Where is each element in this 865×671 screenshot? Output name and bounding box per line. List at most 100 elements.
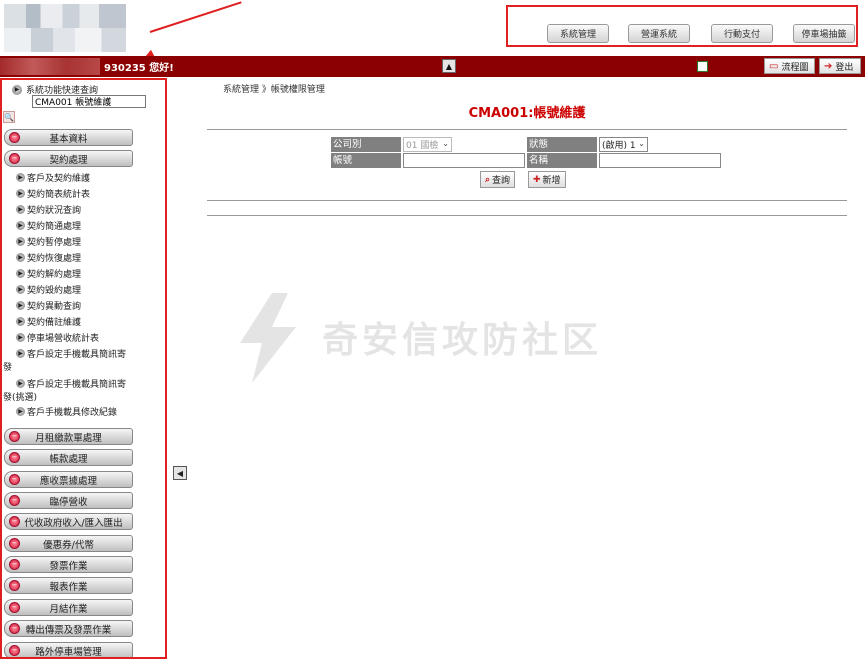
menu-item-label: 契約暫停處理 — [27, 238, 82, 248]
category-toggle-icon: − — [9, 474, 20, 485]
category-label: 發票作業 — [49, 560, 88, 572]
menu-item-wrap[interactable]: 發 — [3, 360, 12, 373]
menu-item[interactable]: ▶ 客戶手機載具修改紀錄 — [16, 405, 117, 418]
annotation-arrow — [149, 1, 242, 33]
collapse-header-icon[interactable]: ▲ — [442, 59, 456, 73]
chevron-down-icon: ⌄ — [638, 139, 645, 148]
account-input[interactable] — [403, 153, 525, 168]
bullet-icon: ▶ — [16, 253, 25, 262]
category-toggle-icon: − — [9, 452, 20, 463]
category-toggle-icon: − — [9, 495, 20, 506]
category-label: 優惠券/代幣 — [43, 539, 94, 551]
category-offstreet-parking[interactable]: − 路外停車場管理 — [4, 642, 133, 657]
category-toggle-icon: − — [9, 538, 20, 549]
category-vouchers[interactable]: − 轉出傳票及發票作業 — [4, 620, 133, 637]
sidebar-menu: ▶ 系統功能快速查詢 🔍 −基本資料 −契約處理 ▶客戶及契約維護 ▶契約簡表統… — [0, 78, 167, 659]
company-select[interactable]: 01 國檢 ⌄ — [403, 137, 452, 152]
logout-arrow-icon: ➔ — [824, 60, 833, 72]
query-button[interactable]: ⌕ 查詢 — [480, 171, 516, 188]
category-contract[interactable]: − 契約處理 — [4, 150, 133, 167]
user-name-blur — [0, 58, 100, 75]
category-monthly-closing[interactable]: − 月結作業 — [4, 599, 133, 616]
account-label: 帳號 — [331, 153, 401, 168]
category-toggle-icon: − — [9, 580, 20, 591]
menu-item-label: 契約簡通處理 — [27, 222, 82, 232]
header-bar: 930235 您好! ▲ ▭ 流程圖 ➔ 登出 — [0, 56, 865, 77]
status-select-value: (啟用) 1 — [602, 141, 636, 151]
menu-item-label: 客戶及契約維護 — [27, 174, 91, 184]
menu-item[interactable]: ▶ 契約毀約處理 — [16, 283, 81, 296]
menu-item[interactable]: ▶ 契約備註維護 — [16, 315, 81, 328]
collapse-sidebar-icon[interactable]: ◀ — [173, 466, 187, 480]
category-toggle-icon: − — [9, 431, 20, 442]
bullet-icon: ▶ — [16, 317, 25, 326]
watermark: 奇安信攻防社区 — [232, 293, 632, 383]
category-accounts[interactable]: − 帳款處理 — [4, 449, 133, 466]
menu-item[interactable]: ▶ 契約簡表統計表 — [16, 187, 90, 200]
bullet-icon: ▶ — [16, 173, 25, 182]
menu-item-label: 契約解約處理 — [27, 270, 82, 280]
nav-parking-lottery-button[interactable]: 停車場抽籤 — [793, 24, 855, 43]
name-label: 名稱 — [527, 153, 597, 168]
divider — [207, 129, 847, 130]
menu-item-wrap[interactable]: 發(挑選) — [3, 390, 37, 403]
menu-item-label: 契約恢復處理 — [27, 254, 82, 264]
flowchart-button[interactable]: ▭ 流程圖 — [764, 58, 815, 74]
greeting-text: 930235 您好! — [104, 63, 174, 74]
flowchart-label: 流程圖 — [781, 62, 809, 73]
category-gov-income[interactable]: − 代收政府收入/匯入匯出 — [4, 513, 133, 530]
bullet-icon: ▶ — [16, 189, 25, 198]
menu-item[interactable]: ▶ 契約解約處理 — [16, 267, 81, 280]
status-label: 狀態 — [527, 137, 597, 152]
bullet-icon: ▶ — [12, 84, 22, 95]
flowchart-icon: ▭ — [769, 60, 779, 72]
bullet-icon: ▶ — [16, 301, 25, 310]
category-reports[interactable]: − 報表作業 — [4, 577, 133, 594]
menu-item-label: 停車場營收統計表 — [27, 334, 100, 344]
menu-item[interactable]: ▶ 契約暫停處理 — [16, 235, 81, 248]
menu-item[interactable]: ▶ 契約恢復處理 — [16, 251, 81, 264]
plus-icon: ✚ — [533, 174, 541, 185]
divider — [207, 215, 847, 216]
category-notes-receivable[interactable]: − 應收票據處理 — [4, 471, 133, 488]
nav-mobile-payment-button[interactable]: 行動支付 — [711, 24, 773, 43]
bullet-icon: ▶ — [16, 205, 25, 214]
add-button[interactable]: ✚ 新增 — [528, 171, 566, 188]
menu-item[interactable]: ▶ 停車場營收統計表 — [16, 331, 99, 344]
category-label: 報表作業 — [49, 581, 88, 593]
name-input[interactable] — [599, 153, 721, 168]
category-coupons[interactable]: − 優惠券/代幣 — [4, 535, 133, 552]
chevron-down-icon: ⌄ — [442, 139, 449, 148]
status-select[interactable]: (啟用) 1 ⌄ — [599, 137, 648, 152]
category-monthly-billing[interactable]: − 月租繳款單處理 — [4, 428, 133, 445]
category-label: 月租繳款單處理 — [35, 432, 102, 444]
logout-label: 登出 — [835, 62, 854, 73]
category-label: 應收票據處理 — [39, 475, 97, 487]
menu-item[interactable]: ▶ 客戶及契約維護 — [16, 171, 90, 184]
category-toggle-icon: − — [9, 559, 20, 570]
menu-item[interactable]: ▶ 契約狀況查詢 — [16, 203, 81, 216]
search-icon[interactable]: 🔍 — [3, 111, 15, 123]
menu-item-label: 契約毀約處理 — [27, 286, 82, 296]
breadcrumb: 系統管理 》帳號權限管理 — [223, 85, 325, 95]
menu-item[interactable]: ▶ 客戶設定手機載具簡訊寄 — [16, 347, 126, 360]
quick-query-input[interactable] — [32, 95, 146, 108]
category-toggle-icon: − — [9, 132, 20, 143]
nav-operations-button[interactable]: 營運系統 — [628, 24, 690, 43]
add-label: 新增 — [542, 176, 561, 186]
menu-item[interactable]: ▶ 客戶設定手機載具簡訊寄 — [16, 377, 126, 390]
category-invoices[interactable]: − 發票作業 — [4, 556, 133, 573]
nav-system-admin-button[interactable]: 系統管理 — [547, 24, 609, 43]
logout-button[interactable]: ➔ 登出 — [819, 58, 861, 74]
category-toggle-icon: − — [9, 153, 20, 164]
category-temp-parking[interactable]: − 臨停營收 — [4, 492, 133, 509]
menu-item-label: 契約備註維護 — [27, 318, 82, 328]
category-basic-data[interactable]: − 基本資料 — [4, 129, 133, 146]
top-banner: 系統管理 營運系統 行動支付 停車場抽籤 — [0, 0, 865, 65]
divider — [207, 200, 847, 201]
menu-item[interactable]: ▶ 契約簡通處理 — [16, 219, 81, 232]
category-label: 臨停營收 — [49, 496, 88, 508]
calendar-icon[interactable] — [697, 61, 708, 72]
menu-item[interactable]: ▶ 契約異動查詢 — [16, 299, 81, 312]
category-label: 代收政府收入/匯入匯出 — [24, 517, 123, 529]
